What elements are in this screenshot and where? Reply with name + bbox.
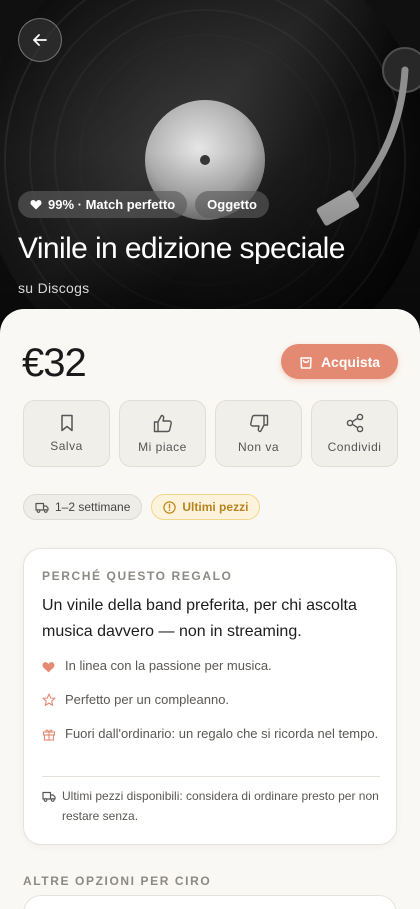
bookmark-icon	[60, 414, 73, 432]
save-button[interactable]: Salva	[23, 400, 110, 467]
shipping-tag-label: 1–2 settimane	[55, 500, 131, 514]
reason-card: PERCHÉ QUESTO REGALO Un vinile della ban…	[23, 548, 397, 845]
stock-note: Ultimi pezzi disponibili: considera di o…	[42, 786, 382, 826]
share-icon	[346, 413, 363, 433]
dislike-button-label: Non va	[237, 439, 280, 454]
stock-tag: Ultimi pezzi	[151, 494, 261, 520]
reason-item: In linea con la passione per musica.	[42, 655, 382, 680]
match-chip: 99% · Match perfetto	[18, 191, 188, 218]
reason-card-lead: Un vinile della band preferita, per chi …	[42, 597, 357, 640]
thumbs-down-icon	[249, 414, 268, 432]
action-row: Salva Mi piace Non va Condividi	[23, 400, 398, 467]
reason-card-kicker: PERCHÉ QUESTO REGALO	[42, 569, 233, 583]
type-chip-label: Oggetto	[207, 197, 257, 212]
alert-circle-icon	[163, 500, 177, 514]
product-sheet: €32 Acquista Salva Mi piace Non va Condi…	[0, 309, 420, 909]
hero-image: 99% · Match perfetto Oggetto Vinile in e…	[0, 0, 420, 340]
truck-icon	[35, 502, 49, 513]
shipping-tag: 1–2 settimane	[23, 494, 143, 520]
stock-note-text: Ultimi pezzi disponibili: considera di o…	[62, 789, 379, 823]
gift-icon	[42, 729, 56, 741]
source-label: su Discogs	[18, 280, 90, 296]
star-icon	[42, 693, 56, 706]
match-chip-label: 99% · Match perfetto	[48, 197, 176, 212]
thumbs-up-icon	[153, 414, 172, 432]
arrow-left-icon	[33, 34, 47, 46]
reason-list: In linea con la passione per musica. Per…	[42, 655, 382, 757]
heart-icon	[30, 200, 42, 210]
truck-icon	[42, 791, 56, 802]
hero-chips: 99% · Match perfetto Oggetto	[18, 191, 269, 218]
reason-item: Fuori dall'ordinario: un regalo che si r…	[42, 723, 382, 748]
card-divider	[42, 776, 380, 777]
more-options-title: ALTRE OPZIONI PER CIRO	[23, 874, 212, 888]
tag-row: 1–2 settimane Ultimi pezzi	[23, 494, 261, 520]
heart-icon	[42, 662, 55, 673]
dislike-button[interactable]: Non va	[215, 400, 302, 467]
shopping-bag-icon	[300, 357, 312, 369]
more-options-card[interactable]	[23, 895, 397, 909]
share-button-label: Condividi	[327, 440, 382, 454]
share-button[interactable]: Condividi	[311, 400, 398, 467]
reason-item: Perfetto per un compleanno.	[42, 689, 382, 714]
reason-text: Perfetto per un compleanno.	[65, 692, 230, 707]
reason-text: In linea con la passione per musica.	[65, 658, 272, 673]
stock-tag-label: Ultimi pezzi	[182, 500, 249, 514]
back-button[interactable]	[18, 18, 62, 62]
price: €32	[22, 341, 87, 385]
reason-text: Fuori dall'ordinario: un regalo che si r…	[65, 726, 379, 741]
save-button-label: Salva	[50, 439, 83, 453]
buy-button-label: Acquista	[320, 353, 381, 370]
page-title: Vinile in edizione speciale	[18, 232, 345, 265]
like-button-label: Mi piace	[138, 439, 187, 454]
type-chip: Oggetto	[195, 191, 269, 218]
like-button[interactable]: Mi piace	[119, 400, 206, 467]
buy-button[interactable]: Acquista	[281, 344, 398, 379]
